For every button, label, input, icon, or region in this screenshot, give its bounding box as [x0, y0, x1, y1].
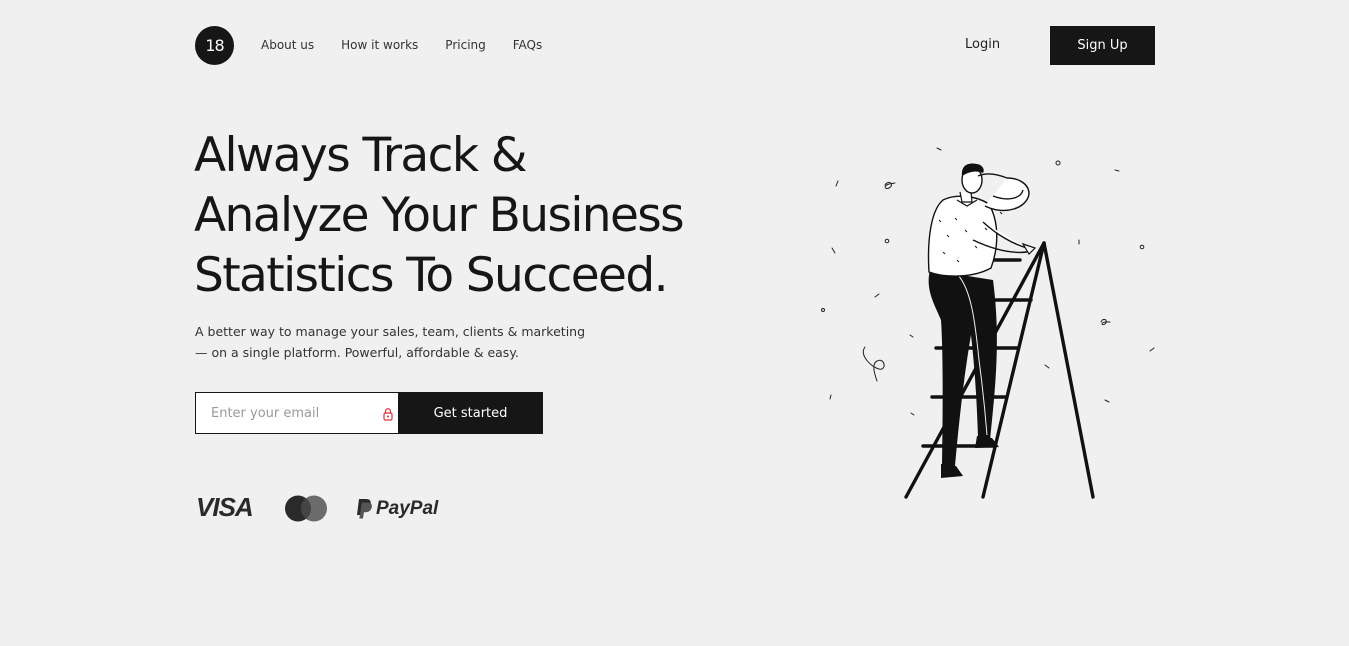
- hero-subtitle-line-1: A better way to manage your sales, team,…: [195, 324, 586, 339]
- hero-title: Always Track & Analyze Your Business Sta…: [194, 126, 754, 306]
- hero-subtitle: A better way to manage your sales, team,…: [195, 321, 635, 363]
- mastercard-icon: [285, 495, 327, 522]
- paypal-logo: PayPal: [355, 498, 438, 520]
- hero-subtitle-line-2: — on a single platform. Powerful, afford…: [195, 345, 519, 360]
- hero-title-line-2: Analyze Your Business: [194, 188, 685, 243]
- landing-page: 18 About us How it works Pricing FAQs Lo…: [0, 0, 1349, 646]
- paypal-icon: [357, 499, 372, 519]
- paypal-label: PayPal: [376, 498, 439, 519]
- nav-faqs[interactable]: FAQs: [513, 38, 543, 52]
- login-link[interactable]: Login: [965, 37, 1000, 52]
- visa-logo: VISA: [196, 492, 254, 522]
- email-field-wrapper: [195, 392, 399, 434]
- hero-title-line-3: Statistics To Succeed.: [194, 248, 669, 303]
- email-input[interactable]: [196, 393, 399, 433]
- man-on-ladder-illustration: [821, 147, 1155, 499]
- nav-how-it-works[interactable]: How it works: [341, 38, 418, 52]
- get-started-button[interactable]: Get started: [398, 392, 543, 434]
- main-nav: About us How it works Pricing FAQs: [261, 38, 542, 52]
- signup-button[interactable]: Sign Up: [1050, 26, 1155, 65]
- hero-title-line-1: Always Track &: [194, 128, 527, 183]
- lock-icon: [383, 408, 393, 421]
- nav-pricing[interactable]: Pricing: [445, 38, 485, 52]
- brand-logo[interactable]: 18: [195, 26, 234, 65]
- nav-about-us[interactable]: About us: [261, 38, 314, 52]
